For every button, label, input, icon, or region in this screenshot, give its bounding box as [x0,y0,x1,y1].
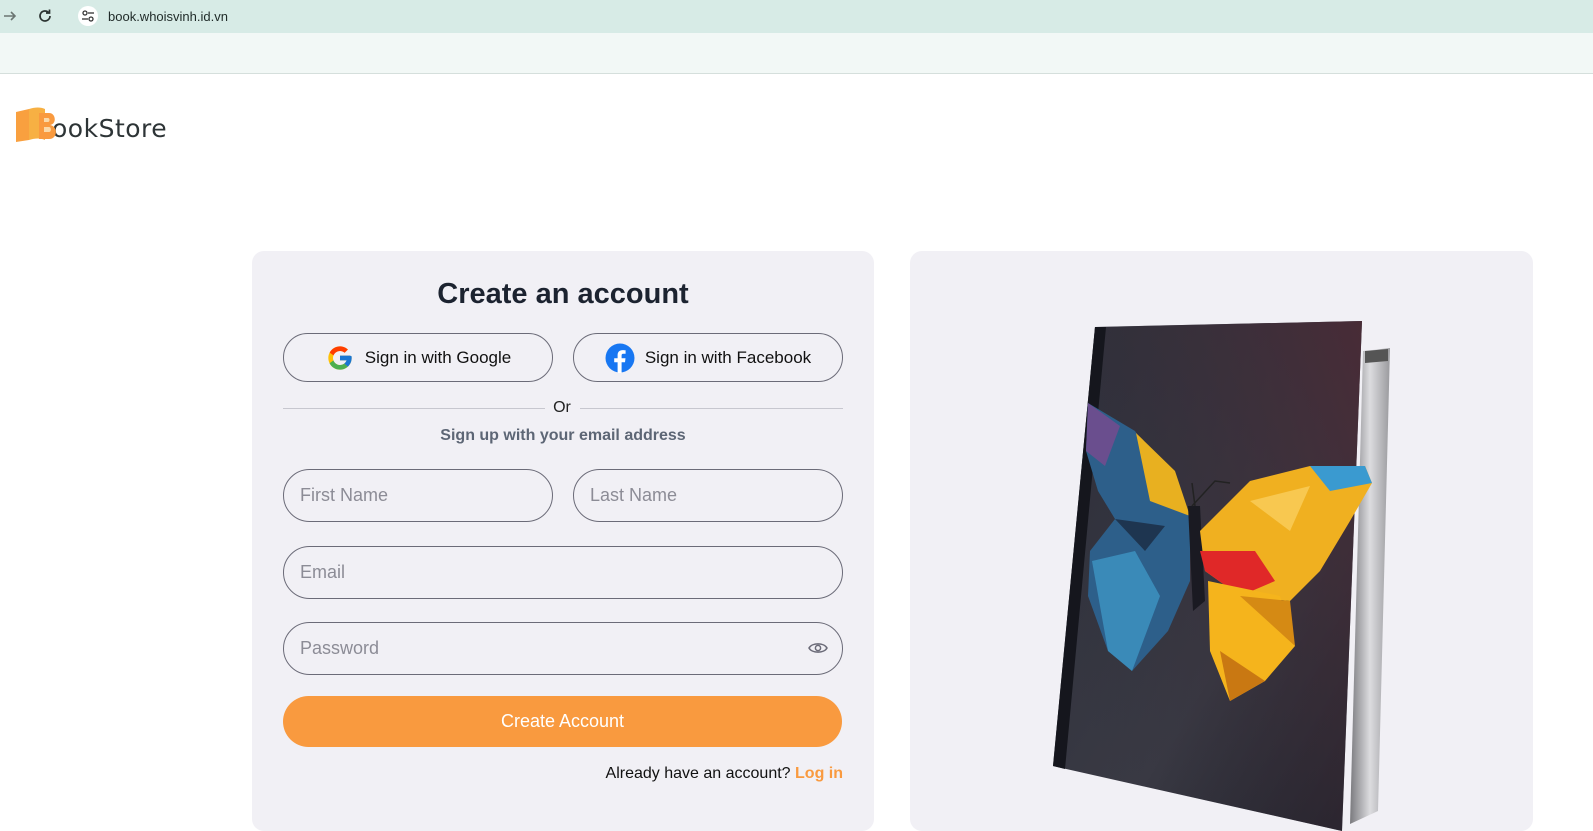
logo-text: ookStore [52,114,168,143]
divider-line-left [283,408,545,409]
book-logo-icon [15,107,56,143]
address-bar[interactable] [72,2,1593,33]
facebook-button-label: Sign in with Facebook [644,347,812,367]
first-name-input[interactable] [283,469,553,522]
password-input[interactable] [283,622,843,675]
google-signin-button[interactable]: Sign in with Google [283,333,553,382]
facebook-signin-button[interactable]: Sign in with Facebook [573,333,843,382]
divider-line-right [580,408,843,409]
forward-button[interactable] [0,6,20,26]
login-prompt: Already have an account? Log in [283,765,843,783]
login-prompt-text: Already have an account? [605,765,791,782]
arrow-right-icon [4,11,17,21]
site-info-button[interactable] [78,6,98,26]
url-text[interactable]: book.whoisvinh.id.vn [108,9,228,24]
facebook-icon [605,343,635,373]
bookmarks-bar [0,33,1593,74]
toggle-password-button[interactable] [807,638,829,658]
bookstore-logo[interactable]: ookStore [15,105,167,143]
book-cover-image [1053,321,1390,831]
reload-button[interactable] [35,6,55,26]
google-icon [325,343,355,373]
promo-image-card [910,251,1533,831]
browser-toolbar: book.whoisvinh.id.vn [0,0,1593,33]
email-input[interactable] [283,546,843,599]
reload-icon [39,9,51,22]
login-link[interactable]: Log in [795,765,843,782]
divider-or: Or [553,399,571,416]
last-name-input[interactable] [573,469,843,522]
create-account-button[interactable]: Create Account [283,696,842,747]
site-settings-icon [82,10,94,22]
google-button-label: Sign in with Google [364,347,512,367]
eye-icon [808,643,828,653]
signup-subtitle: Sign up with your email address [440,427,686,444]
